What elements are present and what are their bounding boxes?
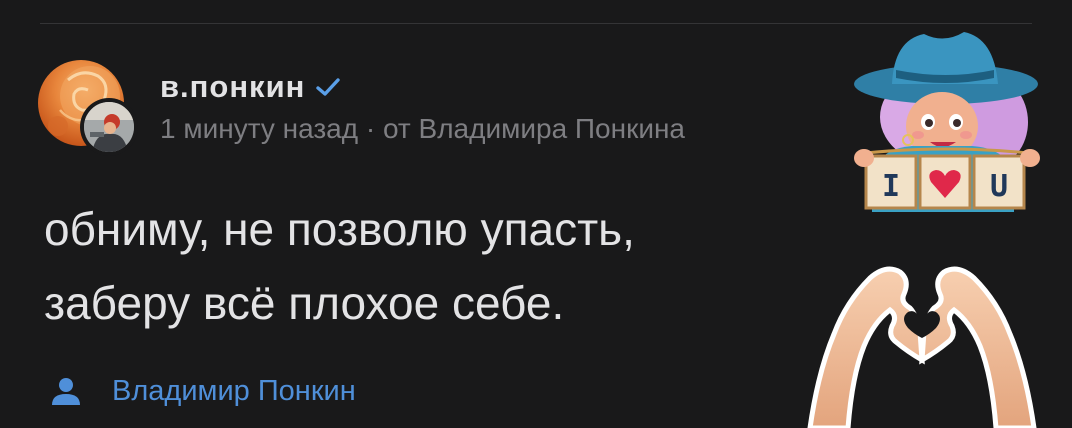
verified-check-icon [316, 78, 341, 96]
signature-link[interactable]: Владимир Понкин [112, 375, 356, 408]
avatar-group[interactable] [38, 60, 138, 160]
post-text: обниму, не позволю упасть, заберу всё пл… [44, 192, 635, 340]
author-name[interactable]: в.понкин [160, 69, 305, 105]
post-text-line: обниму, не позволю упасть, [44, 203, 635, 255]
sticker-heart-hands[interactable] [804, 262, 1040, 428]
signature-row[interactable]: Владимир Понкин [50, 371, 356, 411]
user-icon [52, 378, 80, 405]
post-meta[interactable]: 1 минуту назад · от Владимира Понкина [160, 113, 685, 145]
sign-letter: I [882, 169, 900, 204]
author-avatar[interactable] [80, 98, 138, 156]
sign-letter: U [990, 169, 1008, 204]
post-text-line: заберу всё плохое себе. [44, 277, 565, 329]
sticker-cowgirl[interactable]: I U [842, 22, 1052, 212]
post-card: в.понкин 1 минуту назад · от Владимира П… [0, 0, 1072, 428]
author-header: в.понкин [160, 69, 341, 105]
